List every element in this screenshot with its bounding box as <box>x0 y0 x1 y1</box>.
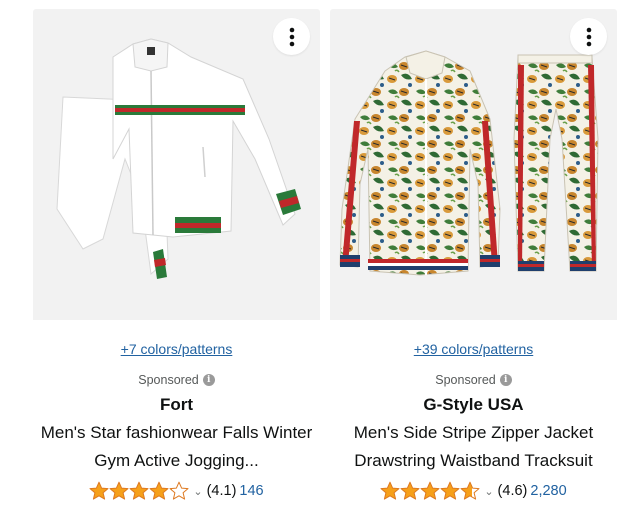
product-grid: +7 colors/patterns Sponsored i Fort Men'… <box>0 0 623 519</box>
sponsored-text: Sponsored <box>138 373 199 387</box>
rating-row: ⌄ (4.6) 2,280 <box>330 481 617 501</box>
sponsored-text: Sponsored <box>435 373 496 387</box>
product-info: +7 colors/patterns Sponsored i Fort Men'… <box>33 320 320 501</box>
star-icon <box>149 481 169 500</box>
kebab-menu-icon <box>586 27 591 46</box>
tiger-print-tracksuit-image <box>339 50 599 276</box>
rating-value: (4.6) <box>497 483 528 499</box>
star-icon <box>89 481 109 500</box>
product-image[interactable] <box>330 9 617 320</box>
more-options-button[interactable] <box>273 18 310 55</box>
product-card: +39 colors/patterns Sponsored i G-Style … <box>330 9 617 519</box>
sponsored-label: Sponsored i <box>33 372 320 388</box>
star-icon <box>440 481 460 500</box>
review-count-link[interactable]: 2,280 <box>530 483 566 499</box>
star-rating[interactable] <box>380 481 480 501</box>
white-tracksuit-image <box>56 38 301 279</box>
info-icon[interactable]: i <box>499 374 512 386</box>
kebab-menu-icon <box>289 27 294 46</box>
chevron-down-icon[interactable]: ⌄ <box>193 485 202 498</box>
rating-value: (4.1) <box>206 483 237 499</box>
colors-patterns-link[interactable]: +7 colors/patterns <box>33 340 320 358</box>
info-icon[interactable]: i <box>202 374 215 386</box>
product-card: +7 colors/patterns Sponsored i Fort Men'… <box>33 9 320 519</box>
star-icon <box>169 481 189 500</box>
sponsored-label: Sponsored i <box>330 372 617 388</box>
product-info: +39 colors/patterns Sponsored i G-Style … <box>330 320 617 501</box>
star-icon <box>380 481 400 500</box>
more-options-button[interactable] <box>570 18 607 55</box>
star-icon <box>460 481 480 500</box>
rating-row: ⌄ (4.1) 146 <box>33 481 320 501</box>
product-image[interactable] <box>33 9 320 320</box>
star-icon <box>420 481 440 500</box>
star-icon <box>129 481 149 500</box>
product-title[interactable]: Men's Star fashionwear Falls Winter Gym … <box>33 419 320 475</box>
brand-name: G-Style USA <box>423 395 524 414</box>
review-count-link[interactable]: 146 <box>239 483 263 499</box>
colors-patterns-link[interactable]: +39 colors/patterns <box>330 340 617 358</box>
brand-name: Fort <box>159 395 194 414</box>
star-rating[interactable] <box>89 481 189 501</box>
product-title[interactable]: Men's Side Stripe Zipper Jacket Drawstri… <box>330 419 617 475</box>
star-icon <box>400 481 420 500</box>
star-icon <box>109 481 129 500</box>
chevron-down-icon[interactable]: ⌄ <box>484 485 493 498</box>
